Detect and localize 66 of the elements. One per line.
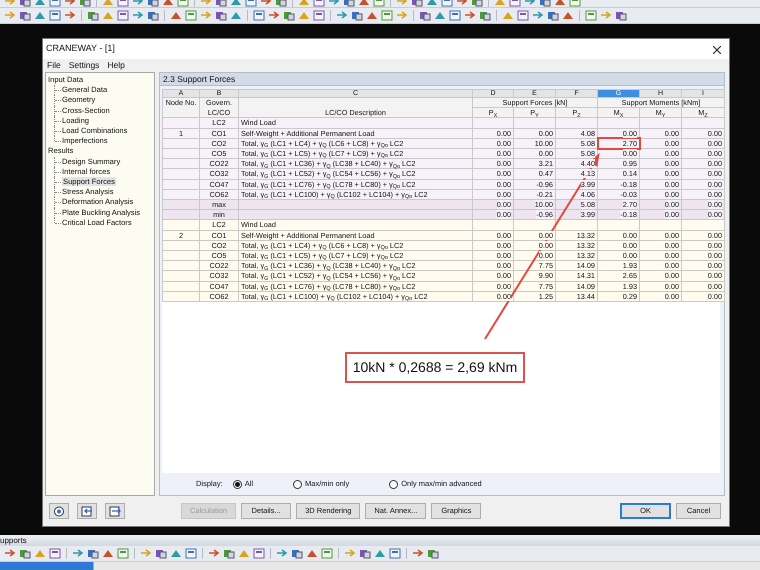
toolbar-icon[interactable] <box>412 548 424 559</box>
toolbar-icon[interactable] <box>336 10 348 21</box>
toolbar-icon[interactable] <box>49 548 61 559</box>
toolbar-icon[interactable] <box>366 10 378 21</box>
menu-item[interactable]: Help <box>107 58 125 72</box>
annotation-callout: 10kN * 0,2688 = 2,69 kNm <box>345 352 525 383</box>
toolbar-icon[interactable] <box>49 10 61 21</box>
export-icon[interactable] <box>105 503 125 519</box>
toolbar-icon[interactable] <box>517 10 529 21</box>
toolbar-icon[interactable] <box>532 10 544 21</box>
toolbar-icon[interactable] <box>562 10 574 21</box>
toolbar-icon[interactable] <box>223 548 235 559</box>
toolbar-icon[interactable] <box>427 548 439 559</box>
toolbar-icon[interactable] <box>615 10 627 21</box>
toolbar-icon[interactable] <box>389 548 401 559</box>
toolbar-icon[interactable] <box>34 10 46 21</box>
toolbar-icon[interactable] <box>434 10 446 21</box>
toolbar-icon[interactable] <box>185 10 197 21</box>
toolbar-icon[interactable] <box>313 10 325 21</box>
toolbar-icon[interactable] <box>374 548 386 559</box>
toolbar-icon[interactable] <box>253 548 265 559</box>
toolbar-icon[interactable] <box>276 548 288 559</box>
toolbar-icon[interactable] <box>283 10 295 21</box>
toolbar-icon[interactable] <box>19 10 31 21</box>
toolbar-icon[interactable] <box>208 548 220 559</box>
toolbar-icon[interactable] <box>381 10 393 21</box>
toolbar-icon[interactable] <box>230 10 242 21</box>
toolbar-icon[interactable] <box>117 10 129 21</box>
toolbar-icon[interactable] <box>170 10 182 21</box>
menu-item[interactable]: File <box>47 58 61 72</box>
toolbar-icon[interactable] <box>306 548 318 559</box>
toolbar-icon[interactable] <box>132 10 144 21</box>
toolbar-icon[interactable] <box>449 10 461 21</box>
menu-item[interactable]: Settings <box>68 58 100 72</box>
toolbar-icon[interactable] <box>102 548 114 559</box>
toolbar-icon[interactable] <box>268 10 280 21</box>
toolbar-icon[interactable] <box>87 548 99 559</box>
panel-title: upports <box>0 535 760 546</box>
window-title: CRANEWAY - [1] <box>46 42 115 56</box>
toolbar-icon[interactable] <box>419 10 431 21</box>
help-icon[interactable] <box>49 503 69 519</box>
toolbar-icon[interactable] <box>170 548 182 559</box>
toolbar-icon[interactable] <box>253 10 265 21</box>
toolbar-icon[interactable] <box>547 10 559 21</box>
toolbar-icon[interactable] <box>464 10 476 21</box>
radio-button[interactable] <box>232 480 242 488</box>
radio-button[interactable] <box>293 480 302 488</box>
radio-button[interactable] <box>389 480 398 488</box>
toolbar-icon[interactable] <box>147 10 159 21</box>
toolbar-icon[interactable] <box>321 548 333 559</box>
toolbar-icon[interactable] <box>19 548 31 559</box>
toolbar-icon[interactable] <box>351 10 363 21</box>
panel-header: 2.3 Support Forces <box>159 72 725 86</box>
toolbar-icon[interactable] <box>4 548 16 559</box>
toolbar-icon[interactable] <box>291 548 303 559</box>
toolbar-icon[interactable] <box>215 10 227 21</box>
toolbar-icon[interactable] <box>185 548 197 559</box>
toolbar-icon[interactable] <box>155 548 167 559</box>
toolbar-icon[interactable] <box>585 10 597 21</box>
toolbar-icon[interactable] <box>72 548 84 559</box>
import-icon[interactable] <box>77 503 97 519</box>
toolbar-icon[interactable] <box>87 10 99 21</box>
toolbar-icon[interactable] <box>479 10 491 21</box>
toolbar-icon[interactable] <box>117 548 129 559</box>
toolbar-icon[interactable] <box>359 548 371 559</box>
toolbar-icon[interactable] <box>64 10 76 21</box>
